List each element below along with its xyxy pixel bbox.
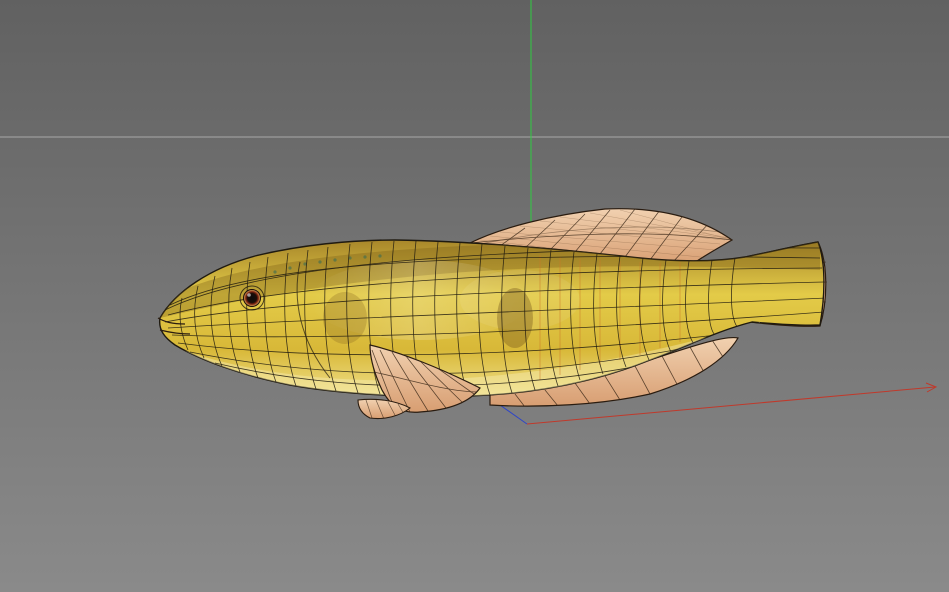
viewport-canvas[interactable] — [0, 0, 949, 592]
3d-viewport[interactable] — [0, 0, 949, 592]
fish-eye — [239, 285, 265, 311]
